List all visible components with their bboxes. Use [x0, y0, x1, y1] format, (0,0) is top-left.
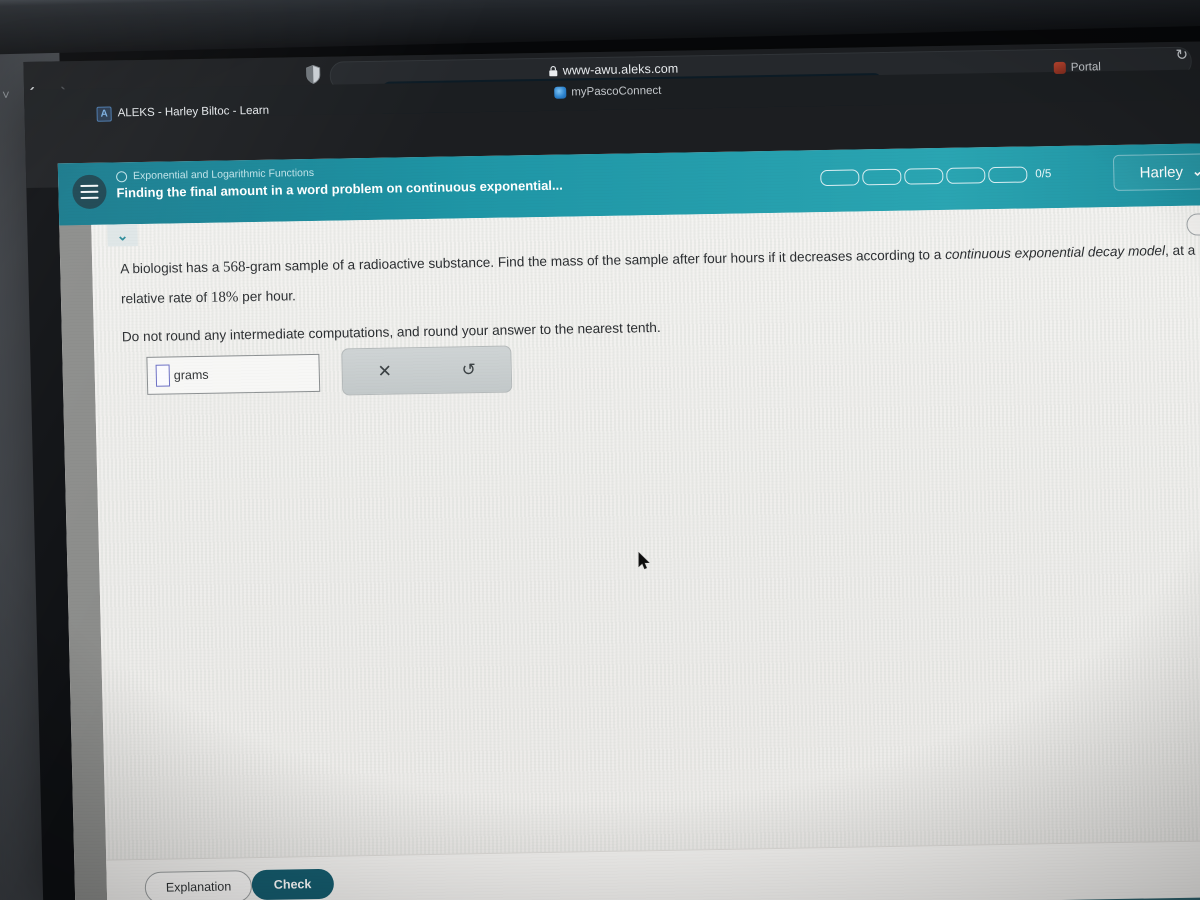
question-initial-mass: 568 [222, 259, 246, 276]
answer-input-field[interactable]: grams [146, 353, 321, 395]
laptop-screen: ˅ ‹ › www-awu.aleks [2, 40, 1200, 900]
browser-tab-aleks[interactable]: A ALEKS - Harley Biltoc - Learn [86, 96, 279, 129]
bookmark-portal[interactable]: Portal [1053, 61, 1101, 75]
bookmark-mypascoconnect[interactable]: myPascoConnect [554, 84, 662, 99]
aleks-application: Exponential and Logarithmic Functions Fi… [57, 142, 1200, 900]
user-name-label: Harley [1139, 163, 1184, 182]
check-button[interactable]: Check [251, 868, 334, 900]
question-model-emphasis: continuous exponential decay model [944, 243, 1166, 262]
portal-favicon-icon [1053, 61, 1066, 75]
question-seg-b: -gram sample of a radioactive substance.… [245, 246, 946, 275]
undo-icon[interactable]: ↺ [461, 360, 476, 380]
lock-icon [549, 64, 558, 77]
answer-mini-toolbar: ✕ ↺ [341, 345, 513, 396]
mypascoconnect-favicon-icon [554, 86, 567, 99]
progress-pip [904, 167, 944, 185]
progress-pip [988, 166, 1028, 184]
question-text: A biologist has a 568-gram sample of a r… [120, 235, 1200, 360]
progress-pip [946, 167, 986, 184]
progress-pip [820, 169, 860, 187]
browser-tab-title: ALEKS - Harley Biltoc - Learn [117, 104, 270, 120]
bookmark-label: myPascoConnect [571, 84, 662, 99]
url-text: www-awu.aleks.com [562, 61, 679, 78]
question-rate: 18% [210, 289, 239, 306]
topic-status-circle-icon [115, 170, 128, 182]
mouse-cursor [638, 551, 650, 570]
explanation-button[interactable]: Explanation [144, 870, 253, 900]
question-paragraph-1: A biologist has a 568-gram sample of a r… [120, 235, 1200, 314]
answer-unit-label: grams [173, 367, 209, 382]
progress-pip [862, 168, 902, 186]
collapse-panel-chevron-icon[interactable]: ⌄ [107, 224, 138, 247]
reload-icon[interactable]: ↻ [1175, 46, 1188, 64]
bookmark-label: Portal [1070, 61, 1101, 74]
language-toggle-button[interactable]: Español [1186, 212, 1200, 236]
question-seg-d: per hour. [238, 288, 297, 305]
aleks-favicon-icon: A [96, 105, 112, 122]
photo-of-laptop-screen: ˅ ‹ › www-awu.aleks [0, 0, 1200, 900]
shield-icon[interactable] [306, 64, 321, 84]
answer-row: grams ✕ ↺ [146, 345, 513, 399]
clear-answer-icon[interactable]: ✕ [377, 361, 392, 381]
user-menu-button[interactable]: Harley ⌄ [1112, 152, 1200, 191]
tab-list-chevron-icon[interactable]: ˅ [2, 87, 10, 102]
progress-count-label: 0/5 [1035, 168, 1052, 181]
answer-entry-box[interactable] [155, 363, 171, 387]
chevron-down-icon: ⌄ [1191, 163, 1200, 179]
question-seg-a: A biologist has a [120, 259, 224, 277]
